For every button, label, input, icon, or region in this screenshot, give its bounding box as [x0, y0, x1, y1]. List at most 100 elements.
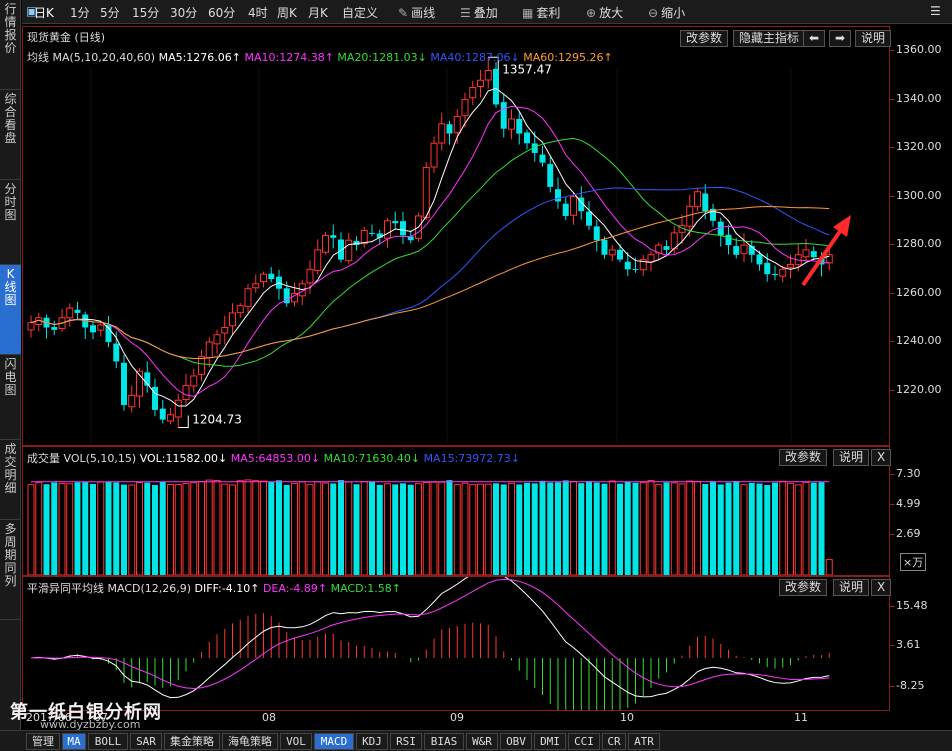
panel-button-1[interactable]: 说明: [833, 579, 870, 596]
candle: [128, 385, 136, 413]
left-nav-item-3[interactable]: K线图: [0, 265, 21, 355]
period-3[interactable]: 15分: [132, 4, 159, 21]
period-4[interactable]: 30分: [170, 4, 197, 21]
period-8[interactable]: 月K: [308, 4, 328, 21]
panel-button-2[interactable]: X: [871, 449, 892, 466]
period-5[interactable]: 60分: [208, 4, 235, 21]
volume-bar: [376, 484, 383, 575]
indicator-tab-MA[interactable]: MA: [62, 733, 86, 750]
volume-bar: [121, 484, 127, 575]
indicator-tab-VOL[interactable]: VOL: [280, 733, 312, 750]
volume-chart[interactable]: [23, 447, 889, 575]
volume-bar: [35, 482, 43, 575]
volume-bar: [710, 481, 716, 575]
indicator-tab-集金策略[interactable]: 集金策略: [164, 733, 220, 750]
period-2[interactable]: 5分: [100, 4, 120, 21]
缩小-button[interactable]: ⊖ 缩小: [648, 4, 685, 21]
legend-value: MA15:73972.73↓: [423, 452, 520, 465]
indicator-tab-海龟策略[interactable]: 海龟策略: [222, 733, 278, 750]
candle: [639, 255, 647, 276]
volume-bar: [415, 483, 422, 575]
volume-bar: [624, 481, 631, 575]
candle: [360, 226, 368, 248]
indicator-tab-BOLL[interactable]: BOLL: [88, 733, 128, 750]
volume-bar: [593, 482, 600, 575]
volume-bar: [539, 480, 546, 575]
叠加-button[interactable]: ☰ 叠加: [460, 4, 498, 21]
volume-bar: [276, 480, 282, 575]
candle: [539, 145, 546, 167]
volume-bar: [477, 483, 484, 575]
volume-bar: [97, 481, 105, 575]
panel-button-2[interactable]: X: [871, 579, 892, 596]
volume-bar: [562, 480, 569, 575]
candle: [516, 112, 523, 145]
menu-icon[interactable]: ☰: [930, 4, 941, 18]
volume-bar: [547, 482, 554, 575]
indicator-tab-BIAS[interactable]: BIAS: [424, 733, 464, 750]
candle: [43, 314, 50, 339]
indicator-tab-CR[interactable]: CR: [602, 733, 626, 750]
left-nav-item-5[interactable]: 成交明细: [0, 440, 21, 520]
volume-bar: [58, 482, 66, 575]
indicator-tab-MACD[interactable]: MACD: [314, 733, 354, 750]
indicator-tab-OBV[interactable]: OBV: [500, 733, 532, 750]
macd-legend: 平滑异同平均线 MACD(12,26,9) DIFF:-4.10↑ DEA:-4…: [27, 580, 401, 596]
candle: [268, 267, 275, 283]
left-nav-item-4[interactable]: 闪电图: [0, 355, 21, 440]
candle: [430, 136, 438, 174]
volume-unit-button[interactable]: ×万: [900, 553, 927, 571]
candle: [555, 177, 561, 209]
candle: [670, 225, 678, 254]
period-1[interactable]: 1分: [70, 4, 90, 21]
volume-bar: [493, 483, 499, 575]
left-nav-item-2[interactable]: 分时图: [0, 180, 21, 265]
indicator-tab-RSI[interactable]: RSI: [390, 733, 422, 750]
period-9[interactable]: 自定义: [342, 4, 378, 21]
period-7[interactable]: 周K: [277, 4, 297, 21]
套利-button[interactable]: ▦ 套利: [522, 4, 560, 21]
left-nav-item-6[interactable]: 多周期同列: [0, 520, 21, 620]
panel-button-0[interactable]: 改参数: [779, 579, 828, 596]
legend-label: 平滑异同平均线 MACD(12,26,9): [27, 582, 195, 595]
indicator-tab-CCI[interactable]: CCI: [568, 733, 600, 750]
left-nav-item-1[interactable]: 综合看盘: [0, 90, 21, 180]
volume-bar: [252, 480, 260, 575]
candle: [159, 399, 166, 424]
volume-bar: [663, 482, 670, 575]
candlestick-chart[interactable]: 1357.471204.73: [23, 27, 889, 445]
candle: [345, 233, 353, 264]
candle: [593, 219, 600, 252]
indicator-tab-DMI[interactable]: DMI: [534, 733, 566, 750]
画线-button[interactable]: ✎ 画线: [398, 4, 435, 21]
panel-button-4[interactable]: 说明: [855, 30, 892, 47]
candle: [477, 70, 484, 98]
macd-tick: [890, 645, 895, 646]
candle: [772, 265, 778, 281]
panel-button-2[interactable]: ⬅: [803, 30, 826, 47]
indicator-tab-ATR[interactable]: ATR: [628, 733, 660, 750]
candle: [694, 188, 701, 212]
period-6[interactable]: 4时: [248, 4, 268, 21]
indicator-tab-W&R[interactable]: W&R: [466, 733, 498, 750]
candle: [369, 224, 375, 237]
arrow-head-icon: [833, 215, 851, 237]
panel-button-0[interactable]: 改参数: [779, 449, 828, 466]
volume-bar: [617, 483, 623, 575]
indicator-tab-管理[interactable]: 管理: [26, 733, 60, 750]
panel-button-0[interactable]: 改参数: [680, 30, 729, 47]
panel-button-1[interactable]: 隐藏主指标: [733, 30, 806, 47]
indicator-tab-SAR[interactable]: SAR: [130, 733, 162, 750]
panel-button-1[interactable]: 说明: [833, 449, 870, 466]
indicator-tab-KDJ[interactable]: KDJ: [356, 733, 388, 750]
放大-button[interactable]: ⊕ 放大: [586, 4, 623, 21]
candle: [276, 269, 282, 300]
candle: [748, 240, 755, 263]
ma5-line: [30, 87, 830, 407]
macd-chart[interactable]: [23, 577, 889, 710]
macd-tick: [890, 686, 895, 687]
volume-bar: [182, 482, 190, 575]
panel-button-3[interactable]: ➡: [829, 30, 852, 47]
left-nav-item-0[interactable]: 行情报价: [0, 0, 21, 90]
toolbar-label: 叠加: [473, 6, 498, 20]
